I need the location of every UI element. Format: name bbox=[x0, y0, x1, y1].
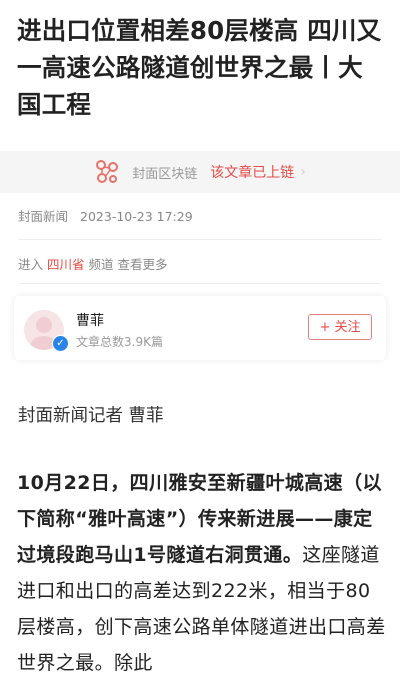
article-title: 进出口位置相差80层楼高 四川又一高速公路隧道创世界之最丨大国工程 bbox=[17, 16, 382, 119]
channel-prefix: 进入 bbox=[18, 257, 44, 272]
avatar-head bbox=[36, 317, 52, 333]
blockchain-status[interactable]: 该文章已上链 bbox=[210, 162, 294, 182]
follow-button[interactable]: + 关注 bbox=[308, 314, 372, 340]
author-article-count: 文章总数3.9K篇 bbox=[76, 335, 163, 349]
blockchain-icon bbox=[94, 159, 120, 185]
publish-datetime: 2023-10-23 17:29 bbox=[80, 209, 193, 224]
divider bbox=[18, 239, 382, 240]
article-meta: 封面新闻 2023-10-23 17:29 bbox=[18, 206, 193, 225]
divider bbox=[18, 283, 382, 284]
chevron-right-icon: › bbox=[300, 164, 306, 180]
verified-icon: ✓ bbox=[52, 335, 69, 352]
channel-link[interactable]: 进入 四川省 频道 查看更多 bbox=[18, 254, 167, 273]
source-name[interactable]: 封面新闻 bbox=[18, 209, 68, 224]
channel-suffix[interactable]: 频道 查看更多 bbox=[89, 257, 168, 272]
blockchain-label: 封面区块链 bbox=[132, 166, 198, 182]
author-card: ✓ 曹菲 文章总数3.9K篇 + 关注 bbox=[14, 296, 386, 360]
author-name[interactable]: 曹菲 bbox=[76, 310, 104, 330]
reporter-line: 封面新闻记者 曹菲 bbox=[18, 406, 164, 426]
blockchain-banner[interactable]: 封面区块链 该文章已上链 › bbox=[0, 151, 400, 193]
channel-province-link[interactable]: 四川省 bbox=[47, 257, 85, 272]
article-body: 10月22日，四川雅安至新疆叶城高速（以下简称“雅叶高速”）传来新进展——康定过… bbox=[17, 465, 387, 681]
